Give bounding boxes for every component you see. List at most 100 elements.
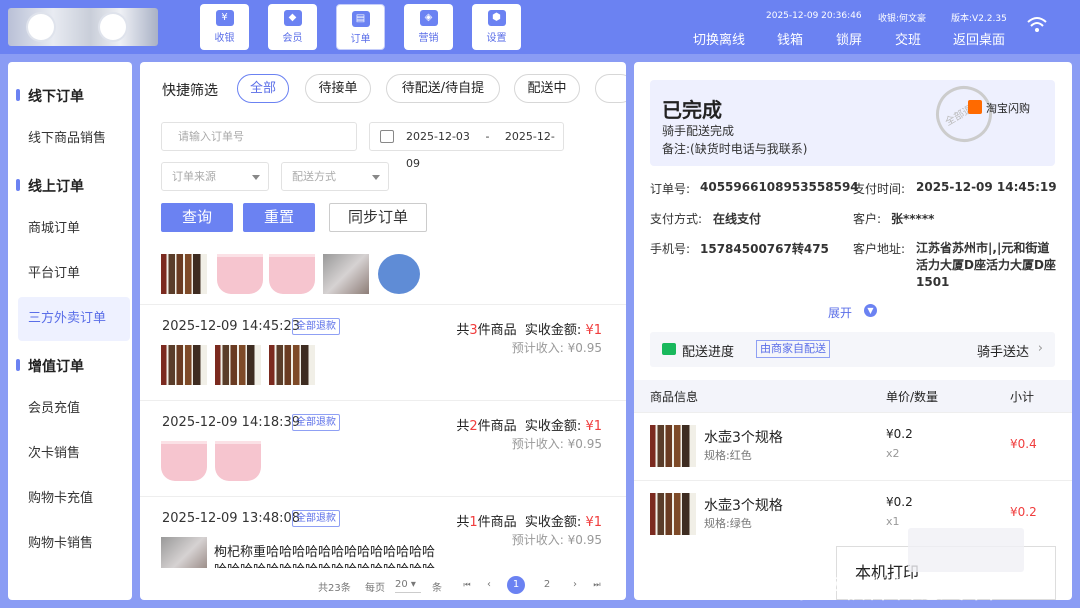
address-label: 客户地址: [853, 242, 906, 256]
return-desktop-button[interactable]: 返回桌面 [953, 29, 1005, 48]
product-description: 哈哈哈哈哈哈哈哈哈哈哈哈哈哈哈哈哈 [214, 559, 435, 568]
last-page-button[interactable]: ⏭ [588, 576, 606, 594]
nav-order-button[interactable]: ▤ 订单 [336, 4, 385, 50]
offline-toggle-button[interactable]: 切换离线 [693, 29, 745, 48]
system-tray-popup[interactable] [908, 528, 1024, 572]
product-thumbnail [269, 254, 315, 294]
order-time: 2025-12-09 14:45:23 [162, 319, 301, 334]
sidebar-section-offline: 线下订单 [8, 86, 132, 106]
sidebar-item-platform-orders[interactable]: 平台订单 [18, 252, 130, 296]
expand-button[interactable]: 展开 [828, 304, 852, 321]
customer-label: 客户: [853, 212, 882, 226]
refund-badge: 全部退款 [292, 414, 340, 431]
cashier-name: 收银:何文豪 [878, 14, 927, 24]
order-number-input[interactable]: 请输入订单号 [161, 122, 357, 151]
product-thumbnail [161, 441, 207, 481]
product-name: 水壶3个规格 [704, 498, 783, 514]
page-2-button[interactable]: 2 [538, 576, 556, 594]
self-delivery-badge: 由商家自配送 [756, 340, 830, 358]
nav-member-button[interactable]: ◆ 会员 [268, 4, 317, 50]
product-thumbnail [323, 254, 369, 294]
sidebar: 线下订单 线下商品销售 线上订单 商城订单 平台订单 三方外卖订单 增值订单 会… [8, 62, 132, 600]
shift-change-button[interactable]: 交班 [895, 29, 921, 48]
list-item[interactable]: 2025-12-09 14:45:23 全部退款 共3件商品 实收金额: ¥1 … [140, 304, 626, 400]
estimated-income: 预计收入: ¥0.95 [511, 437, 602, 451]
chevron-right-icon: › [1037, 341, 1043, 356]
filter-chip-pending-accept[interactable]: 待接单 [305, 74, 371, 103]
unit-price: ¥0.2 [886, 427, 913, 441]
gear-icon: ⬢ [487, 10, 506, 26]
status-card: 已完成 骑手配送完成 备注:(缺货时电话与我联系) 全部退款 淘宝闪购 [650, 75, 1055, 166]
lock-screen-button[interactable]: 锁屏 [836, 29, 862, 48]
chevron-down-icon [252, 175, 260, 180]
address: 江苏省苏州市|,|元和街道活力大厦D座活力大厦D座1501 [916, 241, 1056, 289]
next-page-button[interactable]: › [566, 576, 584, 594]
top-bar: ¥ 收银 ◆ 会员 ▤ 订单 ◈ 营销 ⬢ 设置 2025-12-09 20:36:46 … [0, 0, 1080, 54]
sync-orders-button[interactable]: 同步订单 [329, 203, 427, 232]
query-button[interactable]: 查询 [161, 203, 233, 232]
order-time: 2025-12-09 13:48:08 [162, 511, 301, 526]
nav-cashier-button[interactable]: ¥ 收银 [200, 4, 249, 50]
progress-label: 配送进度 [682, 345, 735, 360]
list-item[interactable] [140, 250, 626, 304]
list-item[interactable]: 2025-12-09 14:18:39 全部退款 共2件商品 实收金额: ¥1 … [140, 400, 626, 496]
delivery-progress[interactable]: 配送进度 由商家自配送 骑手送达 › [650, 332, 1055, 367]
delivery-method-select[interactable]: 配送方式 [281, 162, 389, 191]
product-description: 枸杞称重哈哈哈哈哈哈哈哈哈哈哈哈哈 [214, 545, 436, 560]
customer-name: 张***** [891, 212, 935, 226]
sidebar-item-mall-orders[interactable]: 商城订单 [18, 207, 130, 251]
store-logo [8, 8, 158, 46]
quantity: x2 [886, 447, 900, 460]
quick-filter-label: 快捷筛选 [162, 83, 218, 99]
product-spec: 规格:红色 [704, 449, 752, 462]
col-subtotal: 小计 [1010, 390, 1035, 404]
order-status: 已完成 [662, 98, 722, 122]
quantity: x1 [886, 515, 900, 528]
product-thumbnail [650, 425, 696, 467]
calendar-icon [380, 130, 394, 143]
product-thumbnail [378, 254, 420, 294]
product-name: 水壶3个规格 [704, 430, 783, 446]
order-list: 2025-12-09 14:45:23 全部退款 共3件商品 实收金额: ¥1 … [140, 250, 626, 568]
list-item[interactable]: 2025-12-09 13:48:08 全部退款 共1件商品 实收金额: ¥1 … [140, 496, 626, 568]
order-no-label: 订单号: [650, 182, 691, 196]
product-thumbnail [215, 345, 261, 385]
page-1-button[interactable]: 1 [507, 576, 525, 594]
estimated-income: 预计收入: ¥0.95 [511, 341, 602, 355]
date-range-picker[interactable]: 2025-12-03 - 2025-12-09 [369, 122, 564, 170]
nav-marketing-button[interactable]: ◈ 营销 [404, 4, 453, 50]
order-summary: 共2件商品 实收金额: ¥1 [456, 419, 602, 434]
product-thumbnail [161, 345, 207, 385]
nav-settings-button[interactable]: ⬢ 设置 [472, 4, 521, 50]
prev-page-button[interactable]: ‹ [480, 576, 498, 594]
sidebar-item-offline-sales[interactable]: 线下商品销售 [18, 117, 130, 161]
items-table-header: 商品信息 单价/数量 小计 [634, 380, 1072, 412]
filter-chip-more[interactable] [595, 74, 626, 103]
filter-chip-delivering[interactable]: 配送中 [514, 74, 580, 103]
reset-button[interactable]: 重置 [243, 203, 315, 232]
sidebar-section-online: 线上订单 [8, 176, 132, 196]
sidebar-item-giftcard-sales[interactable]: 购物卡销售 [18, 522, 130, 566]
order-summary: 共3件商品 实收金额: ¥1 [456, 323, 602, 338]
sidebar-item-card-sales[interactable]: 次卡销售 [18, 432, 130, 476]
first-page-button[interactable]: ⏮ [458, 576, 476, 594]
sidebar-item-giftcard-recharge[interactable]: 购物卡充值 [18, 477, 130, 521]
filter-chip-pending-delivery[interactable]: 待配送/待自提 [386, 74, 500, 103]
clipboard-icon: ▤ [351, 11, 370, 27]
filter-chip-all[interactable]: 全部 [237, 74, 289, 103]
datetime: 2025-12-09 20:36:46 [766, 11, 862, 21]
sidebar-item-member-recharge[interactable]: 会员充值 [18, 387, 130, 431]
tag-icon: ◈ [419, 10, 438, 26]
platform-name: 淘宝闪购 [986, 102, 1030, 115]
logo-dog-image [28, 14, 54, 40]
subtotal: ¥0.2 [1010, 505, 1037, 519]
order-summary: 共1件商品 实收金额: ¥1 [456, 515, 602, 530]
cash-drawer-button[interactable]: 钱箱 [777, 29, 803, 48]
subtotal: ¥0.4 [1010, 437, 1037, 451]
sidebar-item-delivery-orders[interactable]: 三方外卖订单 [18, 297, 130, 341]
chevron-down-icon [372, 175, 380, 180]
order-source-select[interactable]: 订单来源 [161, 162, 269, 191]
page-size-select[interactable]: 20 ▾ [395, 576, 421, 593]
product-thumbnail [650, 493, 696, 535]
chevron-down-icon[interactable]: ▼ [864, 304, 877, 317]
